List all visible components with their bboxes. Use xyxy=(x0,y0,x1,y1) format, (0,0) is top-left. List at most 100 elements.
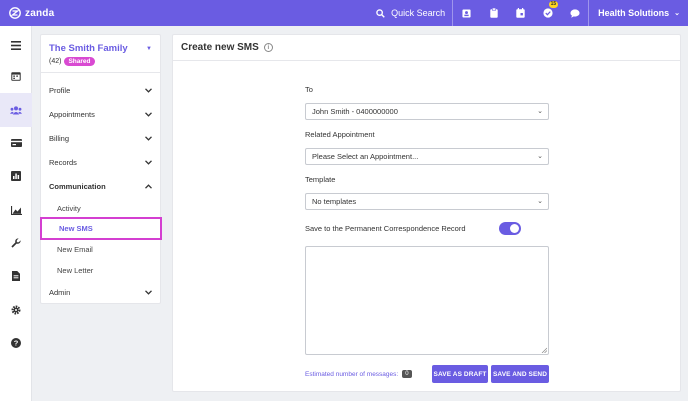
rail-help[interactable]: ? xyxy=(0,326,32,360)
nav-new-letter-label: New Letter xyxy=(57,265,94,275)
nav-new-letter[interactable]: New Letter xyxy=(41,260,160,280)
nav-appointments[interactable]: Appointments xyxy=(41,102,160,126)
nav-profile-label: Profile xyxy=(49,85,71,95)
nav-new-email-label: New Email xyxy=(57,244,93,254)
rail-billing[interactable] xyxy=(0,126,32,160)
chevron-down-icon: ⌄ xyxy=(537,198,543,205)
account-name: Health Solutions xyxy=(598,8,670,18)
search-icon xyxy=(376,8,385,18)
save-record-toggle[interactable] xyxy=(499,222,521,235)
rail-calendar[interactable] xyxy=(0,59,32,93)
nav-records-label: Records xyxy=(49,157,77,167)
chevron-down-icon: ⌄ xyxy=(537,108,543,115)
save-and-send-button[interactable]: SAVE AND SEND xyxy=(491,365,549,383)
calendar-button[interactable] xyxy=(507,0,534,26)
estimate-label: Estimated number of messages: xyxy=(305,370,399,378)
left-rail: ? xyxy=(0,26,32,401)
rail-tools[interactable] xyxy=(0,226,32,260)
contacts-icon xyxy=(462,8,471,18)
svg-text:?: ? xyxy=(14,339,19,348)
chevron-down-icon xyxy=(145,135,152,141)
nav-communication[interactable]: Communication xyxy=(41,174,160,198)
message-textarea[interactable] xyxy=(305,246,549,355)
to-select-value: John Smith - 0400000000 xyxy=(312,107,398,116)
rail-reports[interactable] xyxy=(0,159,32,193)
chevron-down-icon: ⌄ xyxy=(674,10,680,17)
analytics-icon xyxy=(10,205,22,215)
nav-billing[interactable]: Billing xyxy=(41,126,160,150)
resize-grip-icon[interactable] xyxy=(541,347,547,353)
template-select[interactable]: No templates ⌄ xyxy=(305,193,549,210)
chevron-down-icon xyxy=(145,159,152,165)
appointment-select[interactable]: Please Select an Appointment... ⌄ xyxy=(305,148,549,165)
chevron-down-icon xyxy=(145,289,152,295)
tasks-badge: 15 xyxy=(549,1,558,8)
chevron-down-icon xyxy=(145,87,152,93)
page-title: Create new SMS xyxy=(181,42,259,53)
nav-records[interactable]: Records xyxy=(41,150,160,174)
billing-icon xyxy=(10,139,22,147)
clients-icon xyxy=(10,105,22,114)
quick-search-button[interactable]: Quick Search xyxy=(369,0,452,26)
rail-menu[interactable] xyxy=(0,28,32,62)
chevron-down-icon xyxy=(145,111,152,117)
brand-name: zanda xyxy=(25,7,55,19)
save-record-label: Save to the Permanent Correspondence Rec… xyxy=(305,224,466,233)
tasks-button[interactable]: 15 xyxy=(534,0,561,26)
nav-new-sms[interactable]: New SMS xyxy=(40,217,162,240)
shared-badge: Shared xyxy=(64,57,95,66)
client-header[interactable]: The Smith Family ▼ (42) Shared xyxy=(41,35,160,73)
menu-icon xyxy=(11,40,21,50)
chat-button[interactable] xyxy=(561,0,588,26)
zanda-logo[interactable]: zanda xyxy=(9,7,54,19)
chat-icon xyxy=(570,8,580,18)
wrench-icon xyxy=(11,238,21,248)
save-as-draft-button[interactable]: SAVE AS DRAFT xyxy=(432,365,488,383)
reports-icon xyxy=(11,171,21,181)
client-count: (42) xyxy=(49,58,62,65)
tasks-icon xyxy=(543,8,553,18)
nav-new-email[interactable]: New Email xyxy=(41,239,160,259)
estimate-count-badge: 0 xyxy=(402,370,412,378)
to-label: To xyxy=(305,85,313,94)
nav-admin[interactable]: Admin xyxy=(41,280,160,304)
nav-admin-label: Admin xyxy=(49,287,71,297)
rail-analytics[interactable] xyxy=(0,193,32,227)
calendar-icon xyxy=(11,72,21,81)
chevron-down-icon: ⌄ xyxy=(537,153,543,160)
toggle-knob xyxy=(510,224,519,233)
calendar-icon xyxy=(516,8,525,18)
rail-clients[interactable] xyxy=(0,93,32,127)
account-menu[interactable]: Health Solutions ⌄ xyxy=(589,8,688,18)
client-name: The Smith Family xyxy=(49,43,128,54)
caret-down-icon: ▼ xyxy=(146,46,152,52)
clipboard-button[interactable] xyxy=(480,0,507,26)
zanda-logo-icon xyxy=(9,7,21,19)
create-sms-card: Create new SMS i To John Smith - 0400000… xyxy=(172,34,681,392)
to-select[interactable]: John Smith - 0400000000 ⌄ xyxy=(305,103,549,120)
appointment-select-value: Please Select an Appointment... xyxy=(312,152,419,161)
nav-profile[interactable]: Profile xyxy=(41,78,160,102)
quick-search-label: Quick Search xyxy=(391,8,446,18)
client-meta: (42) Shared xyxy=(49,57,152,66)
nav-new-sms-label: New SMS xyxy=(59,224,93,233)
nav-billing-label: Billing xyxy=(49,133,70,143)
gear-icon xyxy=(11,305,21,315)
chevron-up-icon xyxy=(145,183,152,189)
document-icon xyxy=(12,271,20,281)
template-select-value: No templates xyxy=(312,197,357,206)
contacts-button[interactable] xyxy=(453,0,480,26)
top-bar: zanda Quick Search 15 Health Solutions ⌄ xyxy=(0,0,688,26)
card-header: Create new SMS i xyxy=(173,35,680,61)
message-estimate: Estimated number of messages: 0 xyxy=(305,370,412,378)
rail-settings[interactable] xyxy=(0,293,32,327)
info-icon[interactable]: i xyxy=(263,43,273,52)
clipboard-icon xyxy=(489,8,498,18)
rail-documents[interactable] xyxy=(0,259,32,293)
nav-activity-label: Activity xyxy=(57,203,81,213)
help-icon: ? xyxy=(11,338,21,348)
client-menu-panel: The Smith Family ▼ (42) Shared Profile A… xyxy=(40,34,162,304)
nav-activity[interactable]: Activity xyxy=(41,198,160,218)
template-label: Template xyxy=(305,175,336,184)
nav-communication-label: Communication xyxy=(49,181,106,191)
